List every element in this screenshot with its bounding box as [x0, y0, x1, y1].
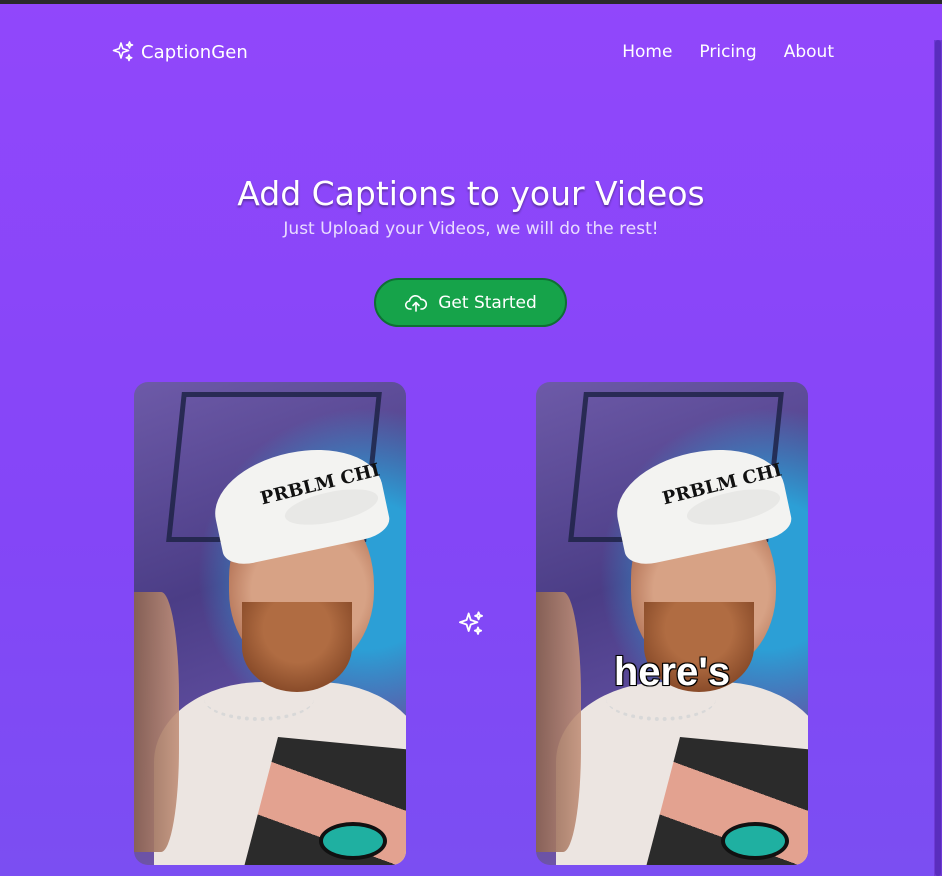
- get-started-button[interactable]: Get Started: [374, 278, 567, 327]
- main-nav: Home Pricing About: [622, 42, 834, 62]
- video-before[interactable]: PRBLM CHI: [134, 382, 406, 865]
- video-after[interactable]: PRBLM CHI here's: [536, 382, 808, 865]
- shirt-eye-graphic: [319, 822, 387, 860]
- sparkles-icon: [112, 41, 134, 62]
- shirt-eye-graphic: [721, 822, 789, 860]
- caption-overlay: here's: [613, 649, 731, 695]
- cloud-upload-icon: [405, 294, 428, 312]
- hero-subtitle: Just Upload your Videos, we will do the …: [283, 219, 659, 239]
- nav-link-pricing[interactable]: Pricing: [699, 42, 756, 62]
- raised-hand: [536, 592, 581, 852]
- hero-title: Add Captions to your Videos: [237, 174, 705, 213]
- nav-link-about[interactable]: About: [784, 42, 834, 62]
- get-started-label: Get Started: [438, 292, 537, 313]
- browser-top-edge: [0, 0, 942, 4]
- nav-link-home[interactable]: Home: [622, 42, 672, 62]
- tattooed-arm: [134, 592, 179, 852]
- brand-name: CaptionGen: [141, 41, 248, 63]
- necklace: [204, 677, 314, 721]
- brand-logo[interactable]: CaptionGen: [111, 40, 248, 64]
- scrollbar-thumb[interactable]: [935, 40, 941, 876]
- page-scrollbar[interactable]: [934, 40, 942, 876]
- sparkles-icon: [458, 611, 484, 635]
